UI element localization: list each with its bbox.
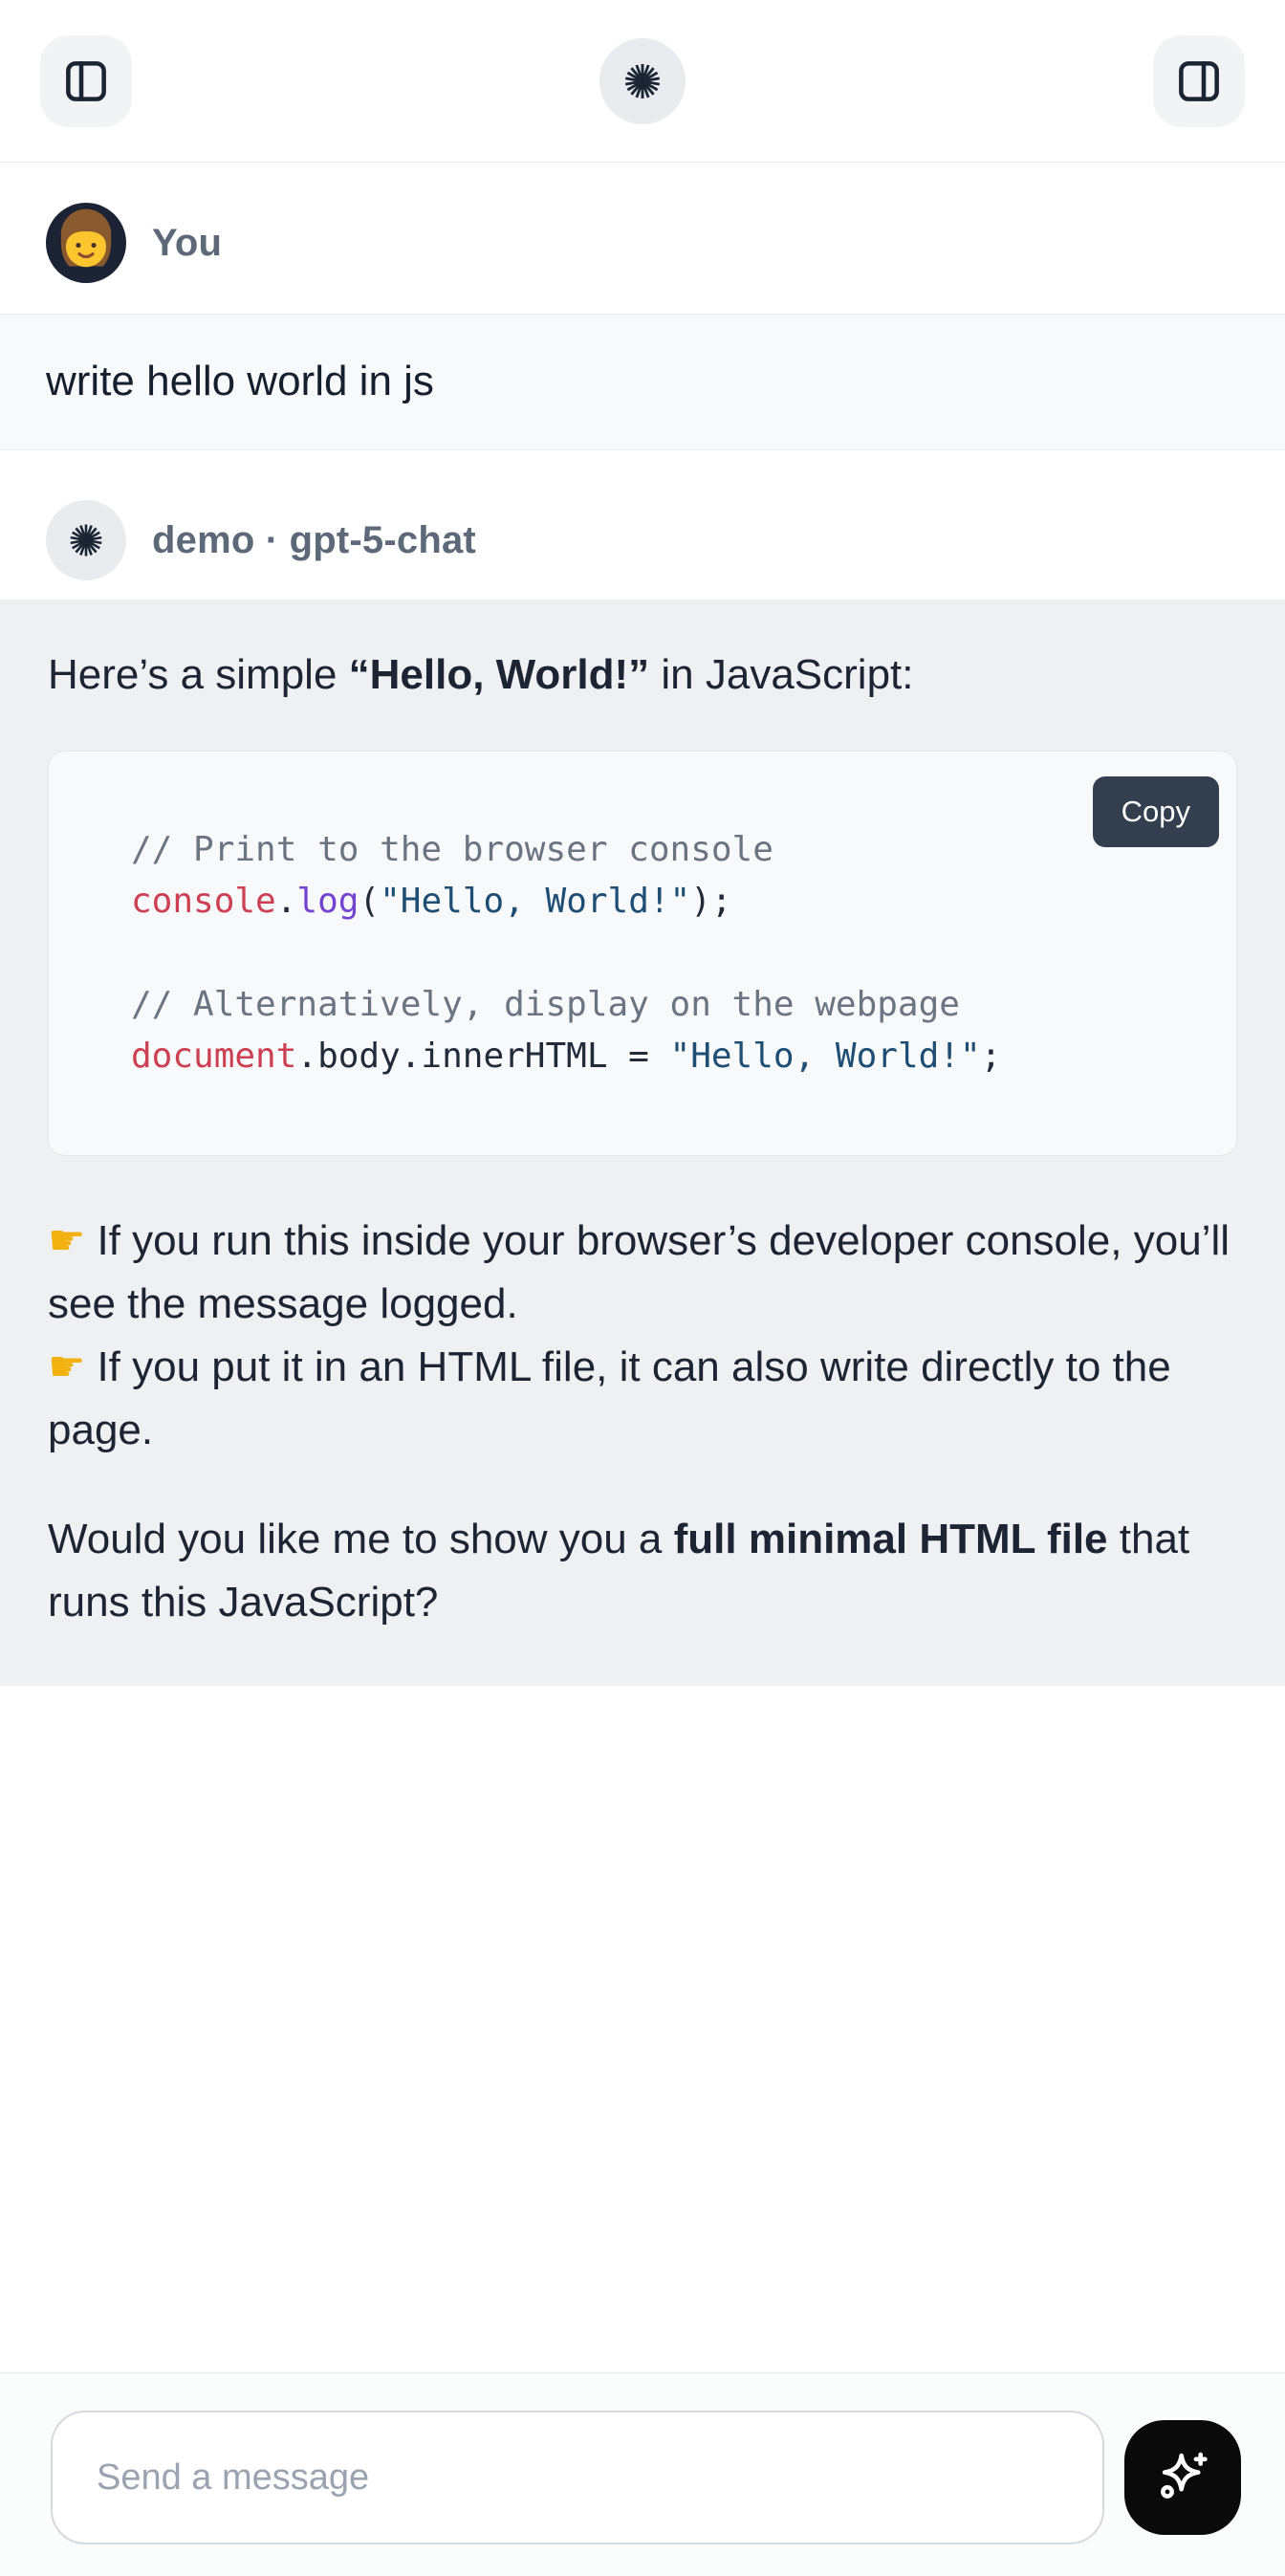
text-segment: Would you like me to show you a: [48, 1516, 674, 1562]
code-token-string: "Hello, World!": [380, 882, 690, 921]
code-token-function: log: [296, 882, 359, 921]
code-token-plain: .body.innerHTML =: [296, 1037, 669, 1076]
code-content: // Print to the browser console console.l…: [131, 824, 1198, 1082]
code-line: // Alternatively, display on the webpage: [131, 979, 1198, 1031]
right-panel-toggle-button[interactable]: [1153, 35, 1245, 127]
tip-line: ☛If you run this inside your browser’s d…: [48, 1210, 1237, 1336]
assistant-message-bubble: Here’s a simple “Hello, World!” in JavaS…: [0, 600, 1285, 1686]
app-logo: [599, 38, 686, 124]
code-line: document.body.innerHTML = "Hello, World!…: [131, 1031, 1198, 1082]
pointing-right-icon: ☛: [48, 1343, 85, 1391]
starburst-icon: [66, 520, 106, 560]
person-emoji-icon: [46, 203, 126, 283]
code-token-plain: ;: [981, 1037, 1002, 1076]
sparkles-icon: [1152, 2447, 1213, 2508]
message-input[interactable]: [51, 2411, 1104, 2544]
starburst-icon: [621, 59, 664, 103]
user-sender-row: You: [0, 203, 1285, 283]
code-token-comment: // Alternatively, display on the webpage: [131, 985, 960, 1024]
code-token-builtin: document: [131, 1037, 296, 1076]
code-token-plain: );: [690, 882, 731, 921]
panel-left-icon: [61, 56, 111, 106]
assistant-avatar: [46, 500, 126, 580]
assistant-sender-row: demo · gpt-5-chat: [0, 500, 1285, 580]
tip-line: ☛If you put it in an HTML file, it can a…: [48, 1336, 1237, 1462]
panel-right-icon: [1174, 56, 1224, 106]
user-avatar: [46, 203, 126, 283]
pointing-right-icon: ☛: [48, 1216, 85, 1265]
code-token-builtin: console: [131, 882, 276, 921]
bold-text-segment: “Hello, World!”: [349, 651, 650, 698]
user-message-text: write hello world in js: [46, 355, 1239, 407]
user-sender-label: You: [152, 222, 222, 265]
code-token-plain: .: [276, 882, 297, 921]
bold-text-segment: full minimal HTML file: [674, 1516, 1108, 1562]
code-token-string: "Hello, World!": [670, 1037, 981, 1076]
composer-bar: [0, 2372, 1285, 2576]
tip-text: If you run this inside your browser’s de…: [48, 1217, 1230, 1327]
top-bar: [0, 0, 1285, 163]
sidebar-toggle-button[interactable]: [40, 35, 132, 127]
code-block: Copy // Print to the browser console cons…: [48, 751, 1237, 1156]
assistant-closing-paragraph: Would you like me to show you a full min…: [48, 1508, 1237, 1634]
code-token-comment: // Print to the browser console: [131, 830, 773, 869]
assistant-tips-paragraph: ☛If you run this inside your browser’s d…: [48, 1210, 1237, 1462]
user-message-bubble: write hello world in js: [0, 314, 1285, 450]
code-line: // Print to the browser console: [131, 824, 1198, 876]
assistant-intro-paragraph: Here’s a simple “Hello, World!” in JavaS…: [48, 644, 1237, 707]
code-token-plain: (: [359, 882, 380, 921]
text-segment: in JavaScript:: [649, 651, 913, 698]
send-button[interactable]: [1124, 2420, 1241, 2535]
copy-code-button[interactable]: Copy: [1093, 776, 1219, 847]
text-segment: Here’s a simple: [48, 651, 349, 698]
tip-text: If you put it in an HTML file, it can al…: [48, 1343, 1171, 1453]
code-line: [131, 928, 1198, 979]
chat-screen: { "header": { "left_button_icon": "panel…: [0, 0, 1285, 2576]
code-line: console.log("Hello, World!");: [131, 876, 1198, 928]
assistant-sender-label: demo · gpt-5-chat: [152, 519, 476, 562]
